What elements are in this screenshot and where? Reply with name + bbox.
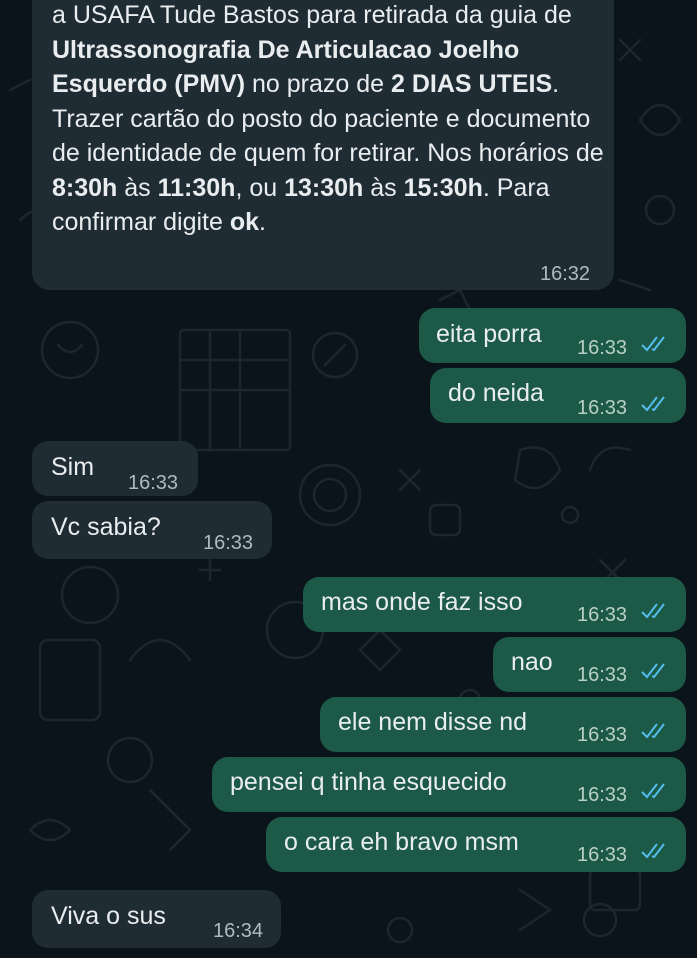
message-segment: . (259, 208, 266, 236)
message-text: do neida (448, 379, 544, 407)
outgoing-message-bubble[interactable]: o cara eh bravo msm 16:33 (266, 817, 686, 872)
incoming-message-bubble[interactable]: Viva o sus 16:34 (32, 890, 281, 948)
message-text: ele nem disse nd (338, 708, 528, 736)
message-text: eita porra (436, 320, 542, 348)
message-text: a USAFA Tude Bastos para retirada da gui… (52, 0, 612, 240)
double-check-icon (641, 663, 665, 679)
outgoing-message-bubble[interactable]: eita porra 16:33 (419, 308, 686, 363)
message-time: 16:33 (577, 724, 628, 746)
double-check-icon (641, 336, 665, 352)
message-bold-segment: 2 DIAS UTEIS (391, 70, 553, 98)
message-segment: a USAFA Tude Bastos para retirada da gui… (52, 1, 572, 29)
double-check-icon (641, 396, 665, 412)
message-bold-segment: 8:30h (52, 173, 118, 202)
double-check-icon (641, 843, 665, 859)
message-bold-segment: 15:30h (403, 173, 483, 202)
message-text: mas onde faz isso (321, 588, 523, 616)
double-check-icon (641, 783, 665, 799)
message-text: pensei q tinha esquecido (230, 768, 507, 796)
message-time: 16:33 (128, 472, 179, 494)
message-time: 16:32 (540, 263, 591, 285)
outgoing-message-bubble[interactable]: mas onde faz isso 16:33 (303, 577, 686, 632)
message-segment: , ou (235, 173, 285, 202)
incoming-message-bubble[interactable]: Vc sabia? 16:33 (32, 501, 272, 559)
outgoing-message-bubble[interactable]: nao 16:33 (493, 637, 686, 692)
message-text: Viva o sus (51, 902, 166, 930)
message-time: 16:33 (577, 397, 628, 419)
outgoing-message-bubble[interactable]: do neida 16:33 (430, 368, 686, 423)
message-time: 16:33 (577, 337, 628, 359)
incoming-message-bubble[interactable]: Sim 16:33 (32, 441, 198, 496)
message-text: o cara eh bravo msm (284, 828, 519, 856)
message-bold-segment: 11:30h (157, 173, 236, 202)
incoming-message-bubble[interactable]: a USAFA Tude Bastos para retirada da gui… (32, 0, 614, 290)
chat-area[interactable]: a USAFA Tude Bastos para retirada da gui… (0, 0, 697, 958)
message-segment: às (117, 173, 158, 202)
message-time: 16:34 (213, 920, 264, 942)
message-time: 16:33 (203, 532, 254, 554)
message-bold-segment: ok (229, 208, 260, 236)
message-text: Sim (51, 453, 95, 481)
outgoing-message-bubble[interactable]: ele nem disse nd 16:33 (320, 697, 686, 752)
outgoing-message-bubble[interactable]: pensei q tinha esquecido 16:33 (212, 757, 686, 812)
message-text: nao (511, 648, 553, 676)
message-segment: no prazo de (245, 70, 392, 98)
message-time: 16:33 (577, 664, 628, 686)
message-text: Vc sabia? (51, 513, 161, 541)
message-time: 16:33 (577, 604, 628, 626)
message-segment: às (363, 173, 404, 202)
message-time: 16:33 (577, 784, 628, 806)
double-check-icon (641, 723, 665, 739)
double-check-icon (641, 603, 665, 619)
message-time: 16:33 (577, 844, 628, 866)
message-bold-segment: 13:30h (284, 173, 364, 202)
